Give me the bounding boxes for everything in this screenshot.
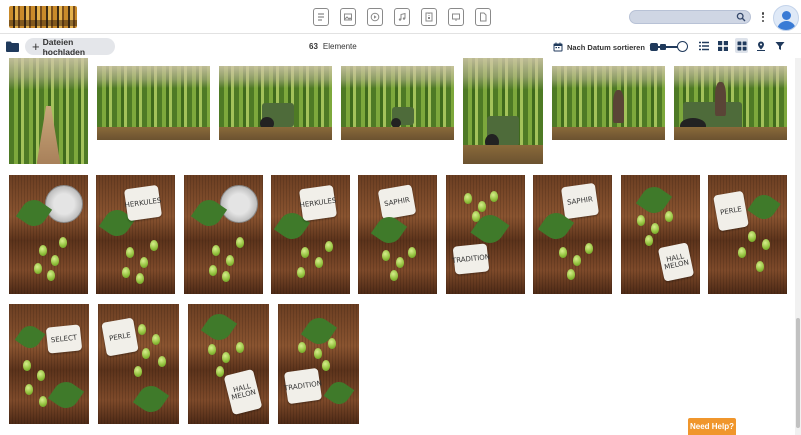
- toolbar: + Dateien hochladen 63 Elemente Nach Dat…: [0, 36, 801, 58]
- media-thumbnail[interactable]: HERKULES: [96, 175, 175, 294]
- need-help-button[interactable]: Need Help?: [688, 418, 736, 435]
- media-thumbnail[interactable]: [219, 66, 332, 140]
- media-thumbnail[interactable]: [184, 175, 263, 294]
- hop-variety-card: PERLE: [101, 317, 139, 357]
- hop-variety-card: HALL MELON: [657, 242, 695, 282]
- more-menu-icon[interactable]: [760, 9, 766, 25]
- calendar-icon: [553, 42, 563, 52]
- upload-files-button[interactable]: + Dateien hochladen: [25, 36, 115, 57]
- file-icon[interactable]: [475, 8, 491, 26]
- plus-icon: +: [32, 38, 40, 54]
- presentation-icon[interactable]: [448, 8, 464, 26]
- user-avatar[interactable]: [773, 5, 799, 31]
- media-thumbnail[interactable]: PERLE: [708, 175, 787, 294]
- video-icon[interactable]: [367, 8, 383, 26]
- hop-variety-card: TRADITION: [452, 243, 490, 275]
- music-icon[interactable]: [394, 8, 410, 26]
- slider-handle[interactable]: [677, 41, 688, 52]
- map-view-icon[interactable]: [754, 38, 767, 53]
- media-thumbnail[interactable]: HERKULES: [271, 175, 350, 294]
- media-thumbnail[interactable]: [9, 58, 88, 164]
- top-bar: [0, 0, 801, 34]
- scrollbar-thumb[interactable]: [796, 318, 800, 428]
- filter-icon[interactable]: [773, 38, 786, 53]
- media-thumbnail[interactable]: SAPHIR: [358, 175, 437, 294]
- item-count: 63 Elemente: [309, 42, 357, 51]
- hop-variety-card: HALL MELON: [223, 368, 263, 416]
- sort-label: Nach Datum sortieren: [567, 42, 645, 52]
- media-thumbnail[interactable]: HALL MELON: [621, 175, 700, 294]
- archive-icon[interactable]: [421, 8, 437, 26]
- media-thumbnail[interactable]: SAPHIR: [533, 175, 612, 294]
- brand-logo[interactable]: [9, 6, 77, 28]
- upload-button-label: Dateien hochladen: [42, 36, 86, 57]
- view-mode-switcher: [697, 38, 786, 53]
- vertical-scrollbar[interactable]: [795, 58, 801, 435]
- media-thumbnail[interactable]: [9, 175, 88, 294]
- hop-variety-card: TRADITION: [283, 367, 322, 405]
- list-view-icon[interactable]: [697, 38, 710, 53]
- media-thumbnail[interactable]: TRADITION: [446, 175, 525, 294]
- hop-variety-card: SAPHIR: [560, 182, 600, 220]
- item-count-value: 63: [309, 42, 318, 51]
- media-thumbnail[interactable]: SELECT: [9, 304, 89, 424]
- media-thumbnail[interactable]: TRADITION: [278, 304, 359, 424]
- search-icon[interactable]: [736, 12, 746, 22]
- media-thumbnail[interactable]: [552, 66, 665, 140]
- sort-dropdown[interactable]: Nach Datum sortieren: [553, 41, 655, 53]
- hop-variety-card: SELECT: [45, 324, 83, 354]
- image-document-icon[interactable]: [340, 8, 356, 26]
- hop-variety-card: HERKULES: [123, 184, 163, 222]
- search-input[interactable]: [629, 10, 751, 24]
- document-icon[interactable]: [313, 8, 329, 26]
- small-grid-view-icon[interactable]: [735, 38, 748, 53]
- file-type-filter-bar: [313, 8, 491, 26]
- media-thumbnail[interactable]: PERLE: [98, 304, 179, 424]
- folder-icon[interactable]: [6, 41, 19, 52]
- media-thumbnail[interactable]: HALL MELON: [188, 304, 269, 424]
- hop-variety-card: HERKULES: [298, 184, 338, 222]
- media-thumbnail[interactable]: [341, 66, 454, 140]
- thumbnail-size-slider[interactable]: [650, 41, 688, 53]
- hop-variety-card: PERLE: [713, 190, 749, 232]
- large-grid-view-icon[interactable]: [716, 38, 729, 53]
- media-thumbnail[interactable]: [463, 58, 543, 164]
- hop-variety-card: SAPHIR: [377, 184, 417, 220]
- media-thumbnail[interactable]: [674, 66, 787, 140]
- item-count-label: Elemente: [322, 42, 357, 51]
- media-thumbnail[interactable]: [97, 66, 210, 140]
- media-grid: HERKULES HERKULES SAPHIR TRADITION SAPHI…: [0, 58, 795, 435]
